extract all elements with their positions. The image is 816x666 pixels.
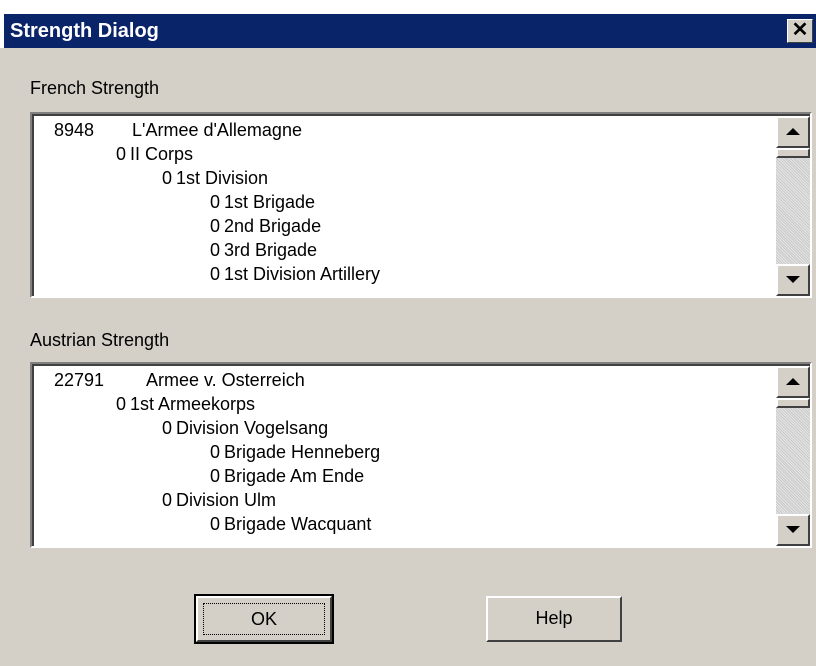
strength-value: 0: [162, 490, 173, 510]
scroll-down-icon: [786, 526, 800, 533]
french-list-inner: 8948 L'Armee d'Allemagne 0 II Corps 0 1st Div…: [32, 114, 810, 296]
title-bar: Strength Dialog ✕: [0, 0, 816, 48]
unit-name: 1st Brigade: [224, 192, 316, 212]
tree-row[interactable]: 0 Division Vogelsang: [34, 416, 774, 440]
strength-value: 8948: [54, 120, 95, 140]
strength-value: 0: [210, 442, 221, 462]
unit-name: L'Armee d'Allemagne: [132, 120, 302, 140]
unit-name: 1st Armeekorps: [130, 394, 256, 414]
tree-row[interactable]: 0 1st Armeekorps: [34, 392, 774, 416]
french-scroll-down-button[interactable]: [776, 264, 810, 296]
strength-value: 0: [116, 144, 127, 164]
french-strength-list[interactable]: 8948 L'Armee d'Allemagne 0 II Corps 0 1st Div…: [30, 112, 812, 298]
austrian-scrollbar[interactable]: [776, 366, 810, 546]
strength-value: 0: [210, 192, 221, 212]
close-button[interactable]: ✕: [787, 19, 813, 43]
strength-value: 0: [210, 240, 221, 260]
french-strength-label: French Strength: [30, 78, 160, 98]
unit-name: Division Vogelsang: [176, 418, 329, 438]
tree-row[interactable]: 8948 L'Armee d'Allemagne: [34, 118, 774, 142]
austrian-scroll-up-button[interactable]: [776, 366, 810, 398]
tree-row[interactable]: 0 Brigade Am Ende: [34, 464, 774, 488]
tree-row[interactable]: 0 1st Brigade: [34, 190, 774, 214]
tree-row[interactable]: 0 Brigade Wacquant: [34, 512, 774, 536]
help-button[interactable]: Help: [486, 596, 622, 642]
austrian-strength-label: Austrian Strength: [30, 330, 170, 350]
tree-row[interactable]: 22791 Armee v. Osterreich: [34, 368, 774, 392]
tree-row[interactable]: 0 Brigade Henneberg: [34, 440, 774, 464]
strength-value: 0: [116, 394, 127, 414]
scroll-up-icon: [786, 378, 800, 385]
unit-name: 1st Division: [176, 168, 269, 188]
strength-value: 22791: [54, 370, 105, 390]
unit-name: 1st Division Artillery: [224, 264, 381, 284]
austrian-list-inner: 22791 Armee v. Osterreich 0 1st Armeekorps 0…: [32, 364, 810, 546]
unit-name: Division Ulm: [176, 490, 277, 510]
french-rows: 8948 L'Armee d'Allemagne 0 II Corps 0 1st Div…: [34, 118, 774, 286]
strength-value: 0: [162, 418, 173, 438]
scroll-up-icon: [786, 128, 800, 135]
strength-value: 0: [210, 466, 221, 486]
tree-row[interactable]: 0 3rd Brigade: [34, 238, 774, 262]
french-scrollbar[interactable]: [776, 116, 810, 296]
unit-name: Brigade Henneberg: [224, 442, 381, 462]
french-scroll-thumb[interactable]: [776, 148, 810, 158]
french-scroll-up-button[interactable]: [776, 116, 810, 148]
tree-row[interactable]: 0 Division Ulm: [34, 488, 774, 512]
unit-name: Armee v. Osterreich: [146, 370, 305, 390]
tree-row[interactable]: 0 II Corps: [34, 142, 774, 166]
strength-value: 0: [162, 168, 173, 188]
austrian-strength-list[interactable]: 22791 Armee v. Osterreich 0 1st Armeekorps 0…: [30, 362, 812, 548]
austrian-scroll-down-button[interactable]: [776, 514, 810, 546]
tree-row[interactable]: 0 1st Division: [34, 166, 774, 190]
ok-button-label: OK: [203, 603, 325, 635]
scroll-down-icon: [786, 276, 800, 283]
unit-name: 2nd Brigade: [224, 216, 322, 236]
unit-name: Brigade Am Ende: [224, 466, 365, 486]
unit-name: Brigade Wacquant: [224, 514, 372, 534]
strength-value: 0: [210, 514, 221, 534]
close-icon: ✕: [791, 19, 809, 41]
ok-button[interactable]: OK: [194, 594, 334, 644]
help-button-label: Help: [535, 608, 573, 628]
strength-value: 0: [210, 264, 221, 284]
strength-value: 0: [210, 216, 221, 236]
austrian-scroll-thumb[interactable]: [776, 398, 810, 408]
austrian-rows: 22791 Armee v. Osterreich 0 1st Armeekorps 0…: [34, 368, 774, 536]
tree-row[interactable]: 0 2nd Brigade: [34, 214, 774, 238]
unit-name: II Corps: [130, 144, 194, 164]
window-title: Strength Dialog: [10, 20, 159, 42]
tree-row[interactable]: 0 1st Division Artillery: [34, 262, 774, 286]
unit-name: 3rd Brigade: [224, 240, 318, 260]
